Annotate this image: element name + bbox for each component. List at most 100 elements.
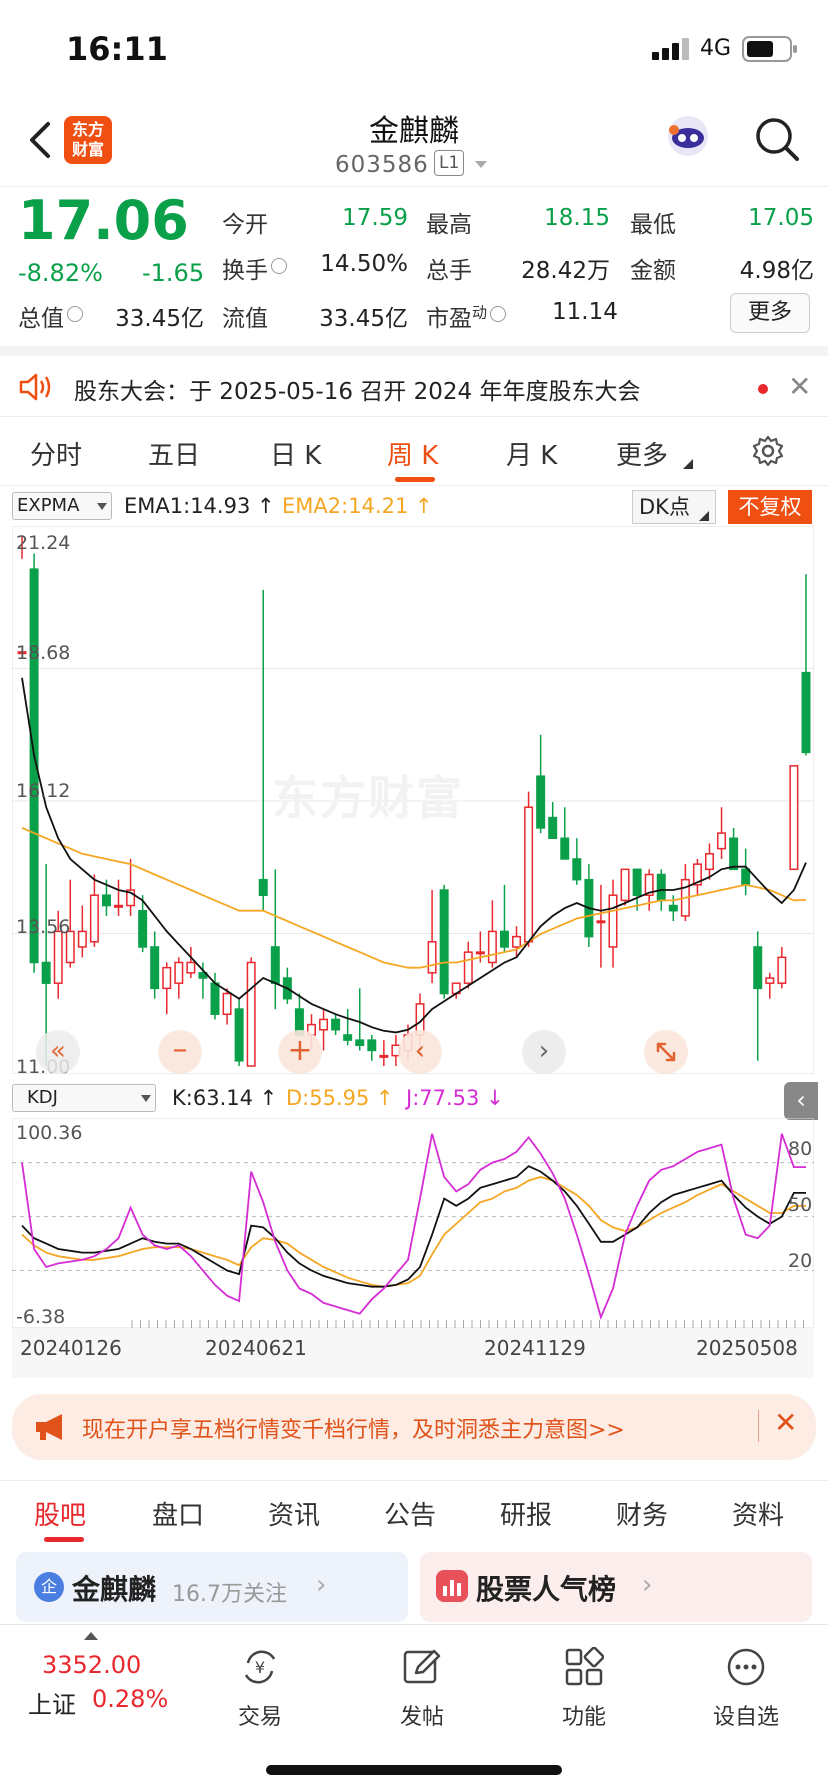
dk-label: DK点 <box>639 495 690 519</box>
close-icon[interactable]: ✕ <box>774 1406 797 1439</box>
scroll-start-button[interactable]: ‹ <box>398 1030 442 1074</box>
zoom-out-button[interactable]: – <box>158 1030 202 1074</box>
kdj-j-value: J:77.53 ↓ <box>406 1086 504 1110</box>
search-icon[interactable] <box>754 116 800 162</box>
dk-point-button[interactable]: DK点 <box>632 490 716 524</box>
rank-card-title: 股票人气榜 <box>476 1573 617 1606</box>
amount-value: 4.98亿 <box>739 258 814 284</box>
kdj-d-text: D:55.95 <box>286 1086 370 1110</box>
zoom-in-button[interactable]: + <box>278 1030 322 1074</box>
chevron-right-icon: › <box>316 1570 327 1600</box>
date-axis <box>12 1328 814 1378</box>
scroll-left-button[interactable]: « <box>36 1030 80 1074</box>
stock-header: 东方 财富 金麒麟 603586 L1 <box>0 100 828 184</box>
candle-body <box>53 930 63 984</box>
candle-body <box>765 977 775 984</box>
pe-label-text: 市盈 <box>426 306 472 332</box>
candle-body <box>475 951 485 955</box>
tab-pankou[interactable]: 盘口 <box>152 1495 204 1532</box>
ema1-line <box>21 677 807 1034</box>
tab-profile[interactable]: 资料 <box>732 1495 784 1532</box>
kdj-j-text: J:77.53 <box>406 1086 480 1110</box>
candle-body <box>524 806 534 943</box>
candle-body <box>620 868 630 902</box>
rights-adjust-button[interactable]: 不复权 <box>728 490 812 524</box>
change-pct: -8.82% <box>18 259 103 287</box>
robot-assistant-icon[interactable] <box>664 112 712 160</box>
stock-bar-card[interactable]: 企 金麒麟 16.7万关注 › <box>16 1552 408 1622</box>
level-badge[interactable]: L1 <box>434 150 465 176</box>
pe-superscript: 动 <box>472 303 488 322</box>
candle-body <box>560 837 570 860</box>
tab-monthly-k[interactable]: 月 K <box>506 435 557 472</box>
kdj-frame <box>12 1118 814 1328</box>
low-label: 最低 <box>630 212 676 238</box>
kline-chart[interactable] <box>12 526 814 1074</box>
index-value[interactable]: 3352.00 <box>42 1651 141 1679</box>
sub-indicator-select[interactable]: KDJ <box>12 1084 156 1112</box>
scroll-right-button[interactable]: › <box>522 1030 566 1074</box>
float-value: 33.45亿 <box>319 306 408 332</box>
notice-bar[interactable]: 股东大会：于 2025-05-16 召开 2024 年年度股东大会 ✕ <box>0 346 828 416</box>
trade-icon: ¥ <box>244 1650 276 1684</box>
candle-body <box>41 961 51 984</box>
nav-add-watchlist[interactable]: 设自选 <box>696 1633 796 1733</box>
mktcap-value: 33.45亿 <box>115 306 204 332</box>
candle-body <box>331 1018 341 1031</box>
more-dots-icon <box>727 1648 765 1686</box>
info-icon[interactable] <box>67 306 83 322</box>
candle-body <box>572 858 582 881</box>
close-icon[interactable]: ✕ <box>788 370 811 403</box>
tab-finance[interactable]: 财务 <box>616 1495 668 1532</box>
expand-icon <box>656 1042 676 1062</box>
svg-text:¥: ¥ <box>255 1658 265 1677</box>
nav-label: 发帖 <box>399 1705 444 1730</box>
last-price: 17.06 <box>18 189 189 252</box>
home-indicator <box>266 1765 562 1775</box>
candle-body <box>608 894 618 948</box>
tab-five-day[interactable]: 五日 <box>148 435 200 472</box>
fullscreen-button[interactable] <box>644 1030 688 1074</box>
notice-text: 股东大会：于 2025-05-16 召开 2024 年年度股东大会 <box>74 379 641 405</box>
pe-label: 市盈动 <box>426 299 507 333</box>
tab-research[interactable]: 研报 <box>500 1495 552 1532</box>
collapse-panel-button[interactable]: ‹ <box>784 1082 818 1120</box>
status-time: 16:11 <box>66 30 168 68</box>
candle-body <box>138 909 148 948</box>
settings-gear-icon[interactable] <box>752 435 784 467</box>
nav-post[interactable]: 发帖 <box>372 1633 472 1733</box>
nav-functions[interactable]: 功能 <box>534 1633 634 1733</box>
tab-daily-k[interactable]: 日 K <box>270 435 321 472</box>
candle-body <box>801 671 811 754</box>
ema1-value: EMA1:14.93 ↑ <box>124 494 275 518</box>
caret-icon <box>683 459 693 469</box>
tab-announcements[interactable]: 公告 <box>384 1495 436 1532</box>
index-change-pct[interactable]: 0.28% <box>92 1685 168 1713</box>
tab-more[interactable]: 更多 <box>616 435 668 472</box>
more-quote-button[interactable]: 更多 <box>730 293 810 333</box>
popularity-rank-card[interactable]: 股票人气榜 › <box>420 1552 812 1622</box>
candle-body <box>319 1018 329 1031</box>
chevron-down-icon[interactable] <box>474 160 488 170</box>
sub-indicator-row: KDJ K:63.14 ↑ D:55.95 ↑ J:77.53 ↓ ‹ <box>0 1082 828 1120</box>
info-icon[interactable] <box>271 258 287 274</box>
main-indicator-select[interactable]: EXPMA <box>12 492 112 520</box>
open-account-banner[interactable]: 现在开户享五档行情变千档行情，及时洞悉主力意图>> ✕ <box>12 1394 816 1460</box>
tab-weekly-k[interactable]: 周 K <box>387 435 438 472</box>
sub-indicator-name: KDJ <box>27 1087 58 1108</box>
candle-body <box>355 1039 365 1047</box>
index-name[interactable]: 上证 <box>28 1685 76 1720</box>
candle-body <box>379 1054 389 1058</box>
kdj-chart[interactable] <box>12 1118 814 1328</box>
candle-body <box>789 765 799 871</box>
tab-intraday[interactable]: 分时 <box>30 435 82 472</box>
candle-body <box>114 904 124 908</box>
tab-news[interactable]: 资讯 <box>268 1495 320 1532</box>
candle-body <box>512 935 522 948</box>
card-stock-name: 金麒麟 <box>72 1573 157 1606</box>
nav-label: 设自选 <box>712 1705 779 1730</box>
nav-trade[interactable]: ¥ 交易 <box>210 1633 310 1733</box>
ema2-value: EMA2:14.21 ↑ <box>282 494 433 518</box>
candle-body <box>210 982 220 1015</box>
tab-guba[interactable]: 股吧 <box>34 1495 86 1532</box>
